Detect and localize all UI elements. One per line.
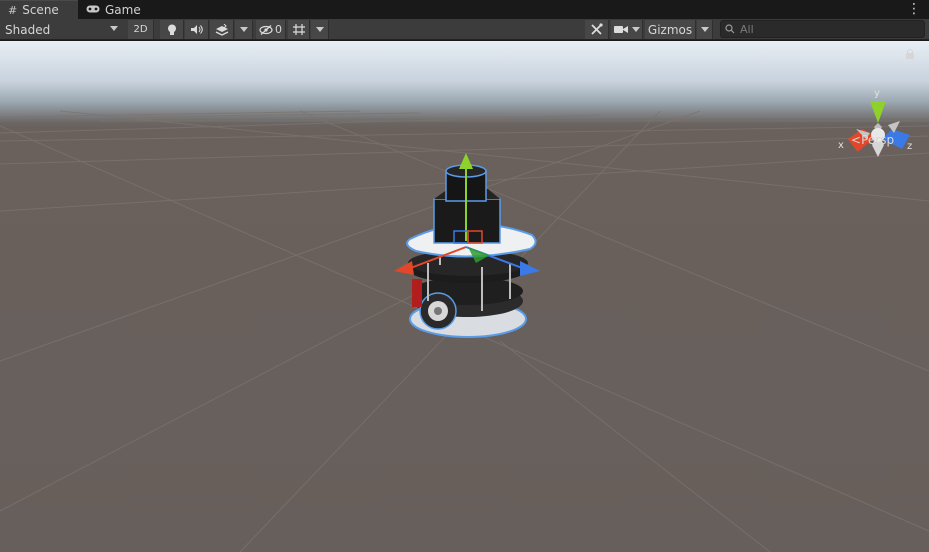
hidden-objects-count: 0	[275, 23, 282, 36]
tab-game-label: Game	[105, 2, 141, 17]
grid-icon: #	[8, 3, 18, 17]
search-icon	[725, 24, 735, 34]
tools-toggle-button[interactable]	[585, 20, 609, 39]
lighting-toggle-button[interactable]	[160, 20, 184, 39]
axis-label-z: z	[907, 141, 912, 152]
scene-viewport[interactable]: y x z <Persp	[0, 41, 929, 552]
gizmos-toggle-button[interactable]: Gizmos	[645, 20, 696, 39]
draw-mode-label: Shaded	[5, 22, 51, 37]
effects-layers-icon	[215, 23, 228, 36]
search-placeholder: All	[740, 22, 754, 36]
camera-icon	[613, 26, 628, 33]
audio-toggle-button[interactable]	[185, 20, 209, 39]
grid-dropdown-button[interactable]	[311, 20, 329, 39]
tab-game[interactable]: Game	[78, 0, 150, 19]
camera-settings-button[interactable]	[611, 20, 643, 39]
chevron-down-icon	[315, 27, 324, 32]
projection-label: Persp	[861, 133, 895, 147]
lock-icon[interactable]	[906, 49, 914, 59]
lightbulb-icon	[167, 24, 176, 35]
gizmos-label: Gizmos	[647, 22, 693, 37]
robot-model[interactable]	[380, 151, 560, 351]
effects-toggle-button[interactable]	[210, 20, 234, 39]
orientation-gizmo[interactable]: y x z	[836, 85, 922, 159]
hierarchy-search-field[interactable]: All	[720, 20, 925, 38]
chevron-down-icon	[700, 27, 709, 32]
gamepad-icon	[86, 3, 100, 16]
axis-label-y: y	[874, 88, 880, 99]
more-options-icon[interactable]: ⋮	[907, 1, 921, 17]
gizmo-cone-y[interactable]	[870, 101, 886, 123]
effects-dropdown-button[interactable]	[235, 20, 253, 39]
speaker-icon	[191, 25, 203, 34]
eye-slash-icon	[259, 24, 273, 35]
tab-scene-label: Scene	[22, 3, 59, 17]
grid-snap-icon	[292, 24, 305, 35]
chevron-down-icon	[110, 26, 118, 31]
tab-bar: # Scene Game ⋮	[0, 0, 929, 19]
axis-label-x: x	[838, 140, 844, 151]
tab-scene[interactable]: # Scene	[0, 0, 78, 19]
tools-icon	[591, 23, 603, 35]
toggle-2d-label: 2D	[133, 24, 148, 35]
chevron-down-icon	[239, 27, 248, 32]
grid-toggle-button[interactable]	[288, 20, 310, 39]
chevron-left-icon: <	[851, 133, 862, 147]
projection-toggle[interactable]: <Persp	[851, 133, 894, 147]
chevron-down-icon	[631, 27, 640, 32]
gizmos-dropdown-button[interactable]	[697, 20, 713, 39]
draw-mode-dropdown[interactable]: Shaded	[0, 20, 124, 39]
hidden-objects-toggle-button[interactable]: 0	[256, 20, 286, 39]
scene-toolbar: Shaded 2D 0 Gizmos All	[0, 19, 929, 40]
toggle-2d-button[interactable]: 2D	[128, 20, 154, 39]
